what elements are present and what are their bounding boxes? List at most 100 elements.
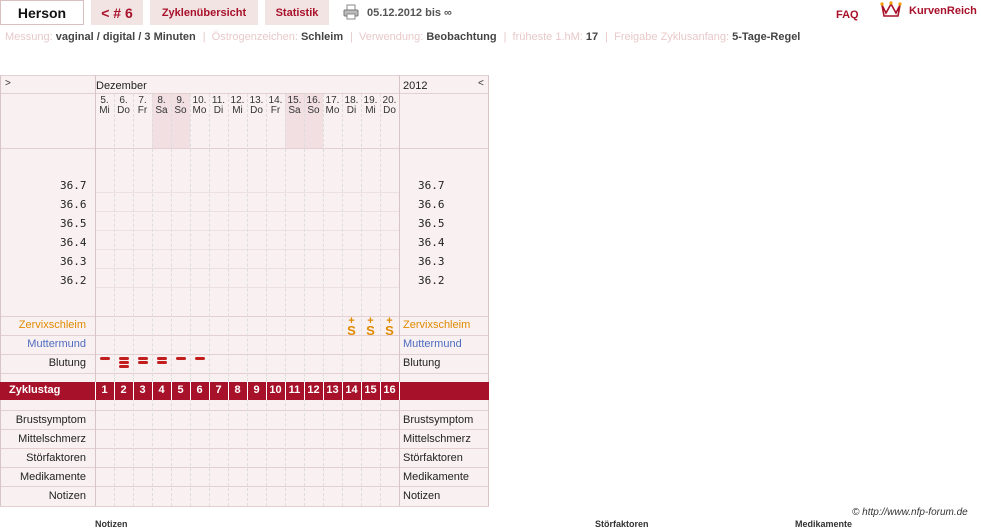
cycle-day-number: 5 [177, 384, 184, 396]
cycle-day-number: 8 [234, 384, 241, 396]
day-column-line [304, 94, 305, 506]
day-column-line [380, 94, 381, 506]
previous-cycle-arrow[interactable]: < [478, 78, 484, 89]
weekday: So [174, 105, 187, 116]
cervix-mark-letter: S [366, 323, 375, 338]
settings-label: Verwendung: [359, 31, 424, 43]
day-header[interactable]: 18. Di [342, 96, 361, 116]
symptom-row-label: Störfaktoren [403, 452, 463, 464]
bleeding-mark[interactable] [152, 356, 171, 365]
bleeding-mark[interactable] [190, 356, 209, 361]
settings-value: 17 [585, 31, 599, 43]
day-header[interactable]: 5. Mi [95, 96, 114, 116]
grid-line [0, 448, 489, 449]
cycle-day-number: 3 [139, 384, 146, 396]
grid-line [0, 506, 489, 507]
bleeding-mark[interactable] [133, 356, 152, 365]
day-column-line [114, 94, 115, 506]
day-header[interactable]: 11. Di [209, 96, 228, 116]
grid-line [399, 75, 400, 506]
faq-link[interactable]: FAQ [836, 9, 859, 21]
weekday: Sa [155, 105, 168, 116]
brand-name[interactable]: KurvenReich [909, 5, 977, 17]
cycle-day-divider [380, 382, 381, 400]
bleeding-row-label: Blutung [403, 357, 441, 369]
cycle-day-number: 2 [120, 384, 127, 396]
weekday: Di [346, 105, 357, 116]
top-navigation: Herson < # 6 Zyklenübersicht Statistik 0… [0, 0, 981, 26]
day-header[interactable]: 14. Fr [266, 96, 285, 116]
cycle-overview-tab[interactable]: Zyklenübersicht [150, 0, 258, 25]
cycle-day-number: 4 [158, 384, 165, 396]
cycle-day-number: 11 [288, 384, 301, 396]
symptom-row-label[interactable]: Störfaktoren [0, 452, 86, 464]
weekday: Do [117, 105, 130, 116]
day-header[interactable]: 20. Do [380, 96, 399, 116]
day-header[interactable]: 6. Do [114, 96, 133, 116]
settings-label: Messung: [5, 31, 53, 43]
cycle-day-label: Zyklustag [9, 384, 61, 396]
user-name[interactable]: Herson [0, 0, 84, 25]
bleeding-mark[interactable] [114, 356, 133, 369]
symptom-row-label[interactable]: Medikamente [0, 471, 86, 483]
weekday: Fr [270, 105, 281, 116]
cycle-day-divider [266, 382, 267, 400]
day-column-line [152, 94, 153, 506]
day-column-line [209, 94, 210, 506]
cycle-day-number: 12 [307, 384, 320, 396]
grid-line [0, 486, 489, 487]
day-header[interactable]: 10. Mo [190, 96, 209, 116]
cycle-day-divider [342, 382, 343, 400]
temperature-label-left: 36.7 [60, 179, 87, 192]
cycle-day-divider [323, 382, 324, 400]
cycle-date-range: 05.12.2012 bis ∞ [367, 7, 452, 19]
day-header[interactable]: 17. Mo [323, 96, 342, 116]
day-column-line [361, 94, 362, 506]
bleeding-mark[interactable] [171, 356, 190, 361]
temperature-label-right: 36.3 [418, 255, 445, 268]
temperature-label-right: 36.7 [418, 179, 445, 192]
cycle-day-divider [133, 382, 134, 400]
day-column-line [228, 94, 229, 506]
cervix-mucus-mark[interactable]: + S [361, 316, 380, 338]
grid-line [0, 467, 489, 468]
cervix-os-row-label: Muttermund [403, 338, 462, 350]
cervix-mucus-mark[interactable]: + S [380, 316, 399, 338]
cycle-day-divider [190, 382, 191, 400]
symptom-row-label[interactable]: Brustsymptom [0, 414, 86, 426]
temperature-label-right: 36.4 [418, 236, 445, 249]
cervix-row-label: Zervixschleim [403, 319, 471, 331]
day-header[interactable]: 8. Sa [152, 96, 171, 116]
crown-logo-icon[interactable] [880, 1, 902, 19]
cycle-day-number: 13 [326, 384, 339, 396]
settings-label: früheste 1.hM: [512, 31, 583, 43]
cycle-day-divider [114, 382, 115, 400]
day-header[interactable]: 19. Mi [361, 96, 380, 116]
cervix-mark-letter: S [347, 323, 356, 338]
day-header[interactable]: 13. Do [247, 96, 266, 116]
cycle-day-number: 10 [269, 384, 282, 396]
weekday: Do [383, 105, 396, 116]
statistics-tab[interactable]: Statistik [265, 0, 329, 25]
temperature-label-left: 36.6 [60, 198, 87, 211]
cycle-day-divider [152, 382, 153, 400]
grid-line [0, 316, 489, 317]
cycle-day-divider [361, 382, 362, 400]
previous-cycle-link[interactable]: < # 6 [91, 0, 143, 25]
day-header[interactable]: 12. Mi [228, 96, 247, 116]
day-header[interactable]: 9. So [171, 96, 190, 116]
day-header[interactable]: 15. Sa [285, 96, 304, 116]
bleeding-mark[interactable] [95, 356, 114, 361]
weekday: Mo [325, 105, 340, 116]
weekday: So [307, 105, 320, 116]
grid-line [0, 335, 489, 336]
printer-icon[interactable] [343, 4, 359, 20]
day-column-line [323, 94, 324, 506]
cervix-mucus-mark[interactable]: + S [342, 316, 361, 338]
cycle-day-number: 1 [101, 384, 108, 396]
day-header[interactable]: 16. So [304, 96, 323, 116]
next-cycle-arrow[interactable]: > [5, 78, 11, 89]
symptom-row-label[interactable]: Notizen [0, 490, 86, 502]
day-header[interactable]: 7. Fr [133, 96, 152, 116]
symptom-row-label[interactable]: Mittelschmerz [0, 433, 86, 445]
